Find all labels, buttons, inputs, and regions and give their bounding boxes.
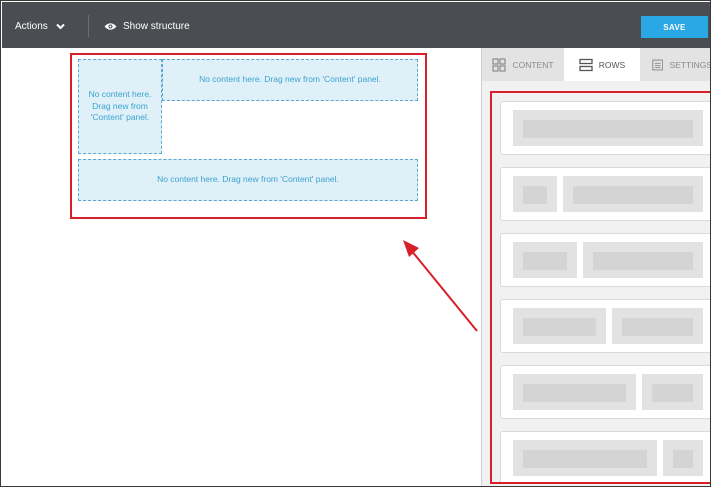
row-column-block [642, 374, 703, 410]
eye-icon [104, 22, 117, 30]
row-column-block [583, 242, 703, 278]
row-column-block [513, 176, 557, 212]
side-panel: CONTENT ROWS SETTINGS [481, 48, 711, 486]
row-column-block [663, 440, 703, 476]
annotation-arrow-icon [403, 240, 478, 332]
row-column-block [612, 308, 703, 344]
app-window: Actions Show structure SAVE No content h… [0, 0, 711, 487]
tab-content[interactable]: CONTENT [482, 48, 564, 81]
row-column-block [513, 440, 657, 476]
tab-rows-label: ROWS [598, 59, 626, 70]
tab-settings[interactable]: SETTINGS [640, 48, 711, 81]
row-column-block [513, 374, 636, 410]
grid-icon [492, 57, 507, 72]
row-layout-card[interactable] [500, 299, 710, 353]
drop-zone-column[interactable]: No content here. Drag new from 'Content'… [162, 59, 418, 101]
editor-canvas: No content here. Drag new from 'Content'… [2, 48, 481, 486]
chevron-down-icon [56, 23, 65, 29]
row-column-block [513, 242, 577, 278]
tab-rows[interactable]: ROWS [564, 48, 640, 81]
row-layouts-list [490, 91, 710, 484]
save-button[interactable]: SAVE [641, 16, 708, 38]
row-column-block [563, 176, 703, 212]
top-toolbar: Actions Show structure SAVE [2, 2, 710, 48]
show-structure-toggle[interactable]: Show structure [104, 17, 190, 35]
settings-icon [652, 59, 664, 70]
tab-settings-label: SETTINGS [669, 59, 711, 70]
highlighted-row-group: No content here. Drag new from 'Content'… [70, 53, 427, 219]
toolbar-divider [88, 15, 89, 37]
drop-zone-column[interactable]: No content here. Drag new from 'Content'… [78, 59, 162, 154]
row-layout-card[interactable] [500, 431, 710, 482]
actions-label: Actions [15, 20, 48, 32]
row-layout-card[interactable] [500, 167, 710, 221]
show-structure-label: Show structure [123, 20, 190, 32]
panel-tabs: CONTENT ROWS SETTINGS [482, 48, 711, 81]
tab-content-label: CONTENT [512, 59, 554, 70]
actions-menu[interactable]: Actions [15, 17, 65, 35]
row-column-block [513, 308, 606, 344]
row-column-block [513, 110, 703, 146]
drop-zone-row[interactable]: No content here. Drag new from 'Content'… [78, 159, 418, 201]
row-layout-card[interactable] [500, 101, 710, 155]
rows-icon [579, 58, 593, 71]
row-layout-card[interactable] [500, 365, 710, 419]
row-layout-card[interactable] [500, 233, 710, 287]
